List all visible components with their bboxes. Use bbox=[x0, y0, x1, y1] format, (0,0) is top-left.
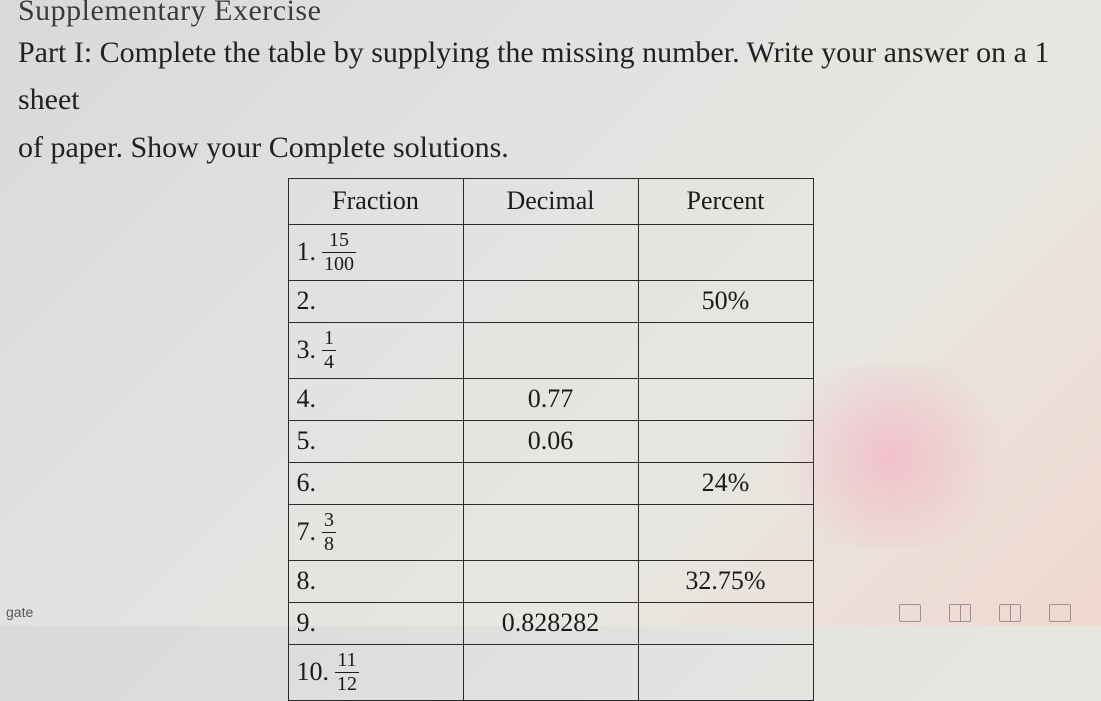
table-row: 8. 32.75% bbox=[288, 560, 813, 602]
cell-decimal bbox=[463, 644, 638, 700]
row-number: 4. bbox=[297, 384, 317, 413]
cell-decimal bbox=[463, 224, 638, 280]
cell-percent bbox=[638, 322, 813, 378]
cell-fraction: 1. 15 100 bbox=[288, 224, 463, 280]
fraction-value: 3 8 bbox=[322, 510, 336, 555]
row-number: 7. bbox=[297, 517, 317, 547]
cell-decimal: 0.06 bbox=[463, 420, 638, 462]
row-number: 6. bbox=[297, 468, 317, 497]
cell-decimal bbox=[463, 322, 638, 378]
cell-percent: 24% bbox=[638, 462, 813, 504]
row-number: 3. bbox=[297, 335, 317, 365]
supplementary-title: Supplementary Exercise bbox=[18, 0, 1083, 28]
table-row: 5. 0.06 bbox=[288, 420, 813, 462]
slideshow-icon[interactable] bbox=[1049, 604, 1071, 622]
table-row: 2. 50% bbox=[288, 280, 813, 322]
cell-fraction: 9. bbox=[288, 602, 463, 644]
header-fraction: Fraction bbox=[288, 178, 463, 224]
table-row: 4. 0.77 bbox=[288, 378, 813, 420]
fraction-denominator: 4 bbox=[322, 352, 336, 373]
row-number: 5. bbox=[297, 426, 317, 455]
cell-fraction: 3. 1 4 bbox=[288, 322, 463, 378]
cell-fraction: 10. 11 12 bbox=[288, 644, 463, 700]
row-number: 2. bbox=[297, 286, 317, 315]
cell-fraction: 2. bbox=[288, 280, 463, 322]
bottom-toolbar bbox=[899, 604, 1071, 622]
worksheet-page: Supplementary Exercise Part I: Complete … bbox=[0, 0, 1101, 701]
corner-watermark: gate bbox=[6, 604, 33, 620]
cell-fraction: 5. bbox=[288, 420, 463, 462]
table-body: 1. 15 100 2. bbox=[288, 224, 813, 700]
fraction-numerator: 1 bbox=[322, 328, 336, 349]
grid-icon[interactable] bbox=[949, 604, 971, 622]
table-row: 6. 24% bbox=[288, 462, 813, 504]
instruction-line-2: of paper. Show your Complete solutions. bbox=[18, 125, 1083, 172]
cell-decimal bbox=[463, 504, 638, 560]
cell-percent bbox=[638, 504, 813, 560]
row-number: 9. bbox=[297, 608, 317, 637]
fraction-value: 1 4 bbox=[322, 328, 336, 373]
cell-percent: 32.75% bbox=[638, 560, 813, 602]
instruction-line-1: Part I: Complete the table by supplying … bbox=[18, 30, 1083, 123]
header-decimal: Decimal bbox=[463, 178, 638, 224]
cell-fraction: 8. bbox=[288, 560, 463, 602]
cell-decimal bbox=[463, 462, 638, 504]
cell-fraction: 7. 3 8 bbox=[288, 504, 463, 560]
cell-decimal: 0.77 bbox=[463, 378, 638, 420]
view-icon[interactable] bbox=[899, 604, 921, 622]
reading-icon[interactable] bbox=[999, 604, 1021, 622]
row-number: 8. bbox=[297, 566, 317, 595]
table-row: 1. 15 100 bbox=[288, 224, 813, 280]
fraction-value: 11 12 bbox=[335, 650, 359, 695]
cell-fraction: 4. bbox=[288, 378, 463, 420]
table-header-row: Fraction Decimal Percent bbox=[288, 178, 813, 224]
row-number: 1. bbox=[297, 237, 317, 267]
fraction-denominator: 12 bbox=[335, 674, 359, 695]
cell-percent bbox=[638, 420, 813, 462]
table-row: 9. 0.828282 bbox=[288, 602, 813, 644]
table-container: Fraction Decimal Percent 1. 15 100 bbox=[18, 178, 1083, 701]
cell-percent bbox=[638, 644, 813, 700]
conversion-table: Fraction Decimal Percent 1. 15 100 bbox=[288, 178, 814, 701]
fraction-denominator: 100 bbox=[322, 254, 356, 275]
cell-percent bbox=[638, 224, 813, 280]
cell-decimal: 0.828282 bbox=[463, 602, 638, 644]
fraction-value: 15 100 bbox=[322, 230, 356, 275]
cell-percent bbox=[638, 378, 813, 420]
table-row: 10. 11 12 bbox=[288, 644, 813, 700]
cell-percent bbox=[638, 602, 813, 644]
table-row: 7. 3 8 bbox=[288, 504, 813, 560]
cell-decimal bbox=[463, 280, 638, 322]
fraction-numerator: 15 bbox=[327, 230, 351, 251]
fraction-denominator: 8 bbox=[322, 534, 336, 555]
cell-fraction: 6. bbox=[288, 462, 463, 504]
table-row: 3. 1 4 bbox=[288, 322, 813, 378]
fraction-numerator: 11 bbox=[335, 650, 358, 671]
cell-percent: 50% bbox=[638, 280, 813, 322]
fraction-numerator: 3 bbox=[322, 510, 336, 531]
row-number: 10. bbox=[297, 657, 330, 687]
header-percent: Percent bbox=[638, 178, 813, 224]
cell-decimal bbox=[463, 560, 638, 602]
